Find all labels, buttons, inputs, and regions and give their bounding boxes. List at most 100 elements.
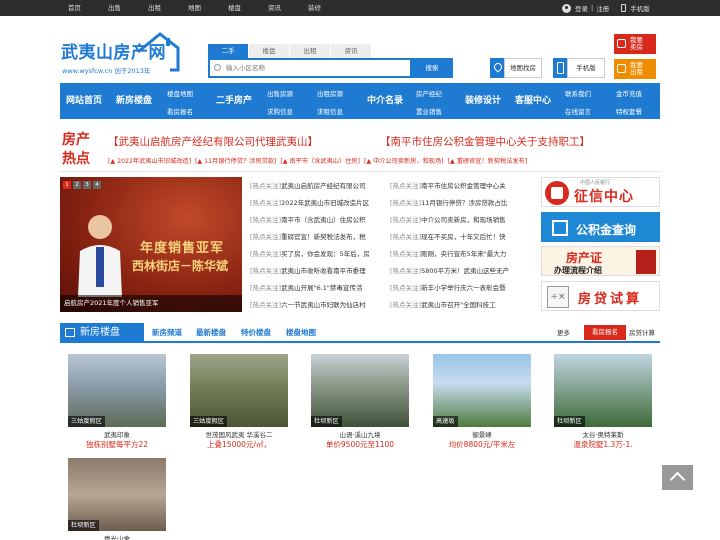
nav-brokers[interactable]: 房产经纪 (416, 88, 442, 98)
map-pin-icon[interactable] (490, 58, 504, 78)
news-item[interactable]: [热点关注]重磅官宣！新契税法发布，税 (250, 231, 376, 241)
nav-message[interactable]: 在线留言 (565, 106, 591, 116)
estate-photo[interactable]: 高速坂 (433, 354, 531, 427)
estate-card[interactable]: 杜坝新区 太谷·奥特莱斯 温泉院墅1.3万-1. (554, 354, 652, 449)
top-nav-rent[interactable]: 出租 (148, 0, 188, 16)
estate-photo[interactable]: 杜坝新区 (554, 354, 652, 427)
nav-service[interactable]: 客服中心 (515, 83, 551, 119)
news-item[interactable]: [热点关注]武夷山开展"6.1"禁毒宣传活 (250, 282, 376, 292)
slide-dot[interactable]: 3 (83, 181, 91, 189)
more-link[interactable]: 更多 (557, 323, 570, 343)
nav-contact[interactable]: 联系我们 (565, 88, 591, 98)
news-item[interactable]: [热点关注]南平市住房公积金管理中心关 (390, 180, 516, 190)
news-item[interactable]: [热点关注]六一节武夷山市妇联为仙店村 (250, 299, 376, 309)
tab-discount[interactable]: 特价楼盘 (241, 323, 271, 343)
hot-tag[interactable]: [▲ 重磅官宣！新契税法发布] (448, 156, 528, 165)
slide-dot[interactable]: 1 (63, 181, 71, 189)
tab-estate-map[interactable]: 楼盘地图 (286, 323, 316, 343)
search-tab-rent[interactable]: 出租 (290, 44, 330, 58)
nav-newhouse[interactable]: 新房楼盘 (116, 83, 152, 119)
nav-estate-map[interactable]: 楼盘地图 (167, 88, 193, 98)
search-tab-secondhand[interactable]: 二手 (208, 44, 248, 58)
news-item[interactable]: [热点关注]刚刚，央行宣布5年来"最大力 (390, 248, 516, 258)
estate-name[interactable]: 武夷印象 (68, 429, 166, 439)
hot-tag[interactable]: [▲ 中介公司卖新房，和现场] (364, 156, 444, 165)
mobile-icon[interactable] (553, 58, 567, 78)
nav-agents[interactable]: 中介名录 (367, 83, 403, 119)
news-item[interactable]: [热点关注]2022年武夷山市旧城改造片区 (250, 197, 376, 207)
search-tab-news[interactable]: 资讯 (331, 44, 371, 58)
estate-name[interactable]: 太谷·奥特莱斯 (554, 429, 652, 439)
estate-price: 单价9500元至1100 (325, 440, 395, 449)
estate-photo[interactable]: 三姑度假区 (190, 354, 288, 427)
nav-recharge[interactable]: 金币充值 (616, 88, 642, 98)
tab-latest[interactable]: 最新楼盘 (196, 323, 226, 343)
estate-name[interactable]: 壹光山舍 (68, 533, 166, 540)
map-search-link[interactable]: 地图找房 (504, 58, 542, 78)
mobile-link[interactable]: 手机版 (630, 3, 650, 13)
view-signup-button[interactable]: 看房报名 (584, 325, 626, 340)
estate-photo[interactable]: 杜坝新区 (68, 458, 166, 531)
news-item[interactable]: [热点关注]11月银行停贷？涉房贷款占比 (390, 197, 516, 207)
loan-calc-banner[interactable]: ÷× 房贷试算 (541, 281, 660, 311)
top-nav-home[interactable]: 首页 (68, 0, 108, 16)
slide-dot[interactable]: 4 (93, 181, 101, 189)
news-item[interactable]: [热点关注]武夷山市收听收看南平市委理 (250, 265, 376, 275)
nav-sale-listings[interactable]: 出售房源 (267, 88, 293, 98)
news-item[interactable]: [热点关注]南平市（含武夷山）住房公积 (250, 214, 376, 224)
news-item[interactable]: [热点关注]5800平方米！武夷山这些无产 (390, 265, 516, 275)
estate-name[interactable]: 山语·溪山九境 (311, 429, 409, 439)
top-nav-map[interactable]: 地图 (188, 0, 228, 16)
hot-headline-2[interactable]: 【南平市住房公积金管理中心关于支持职工】 (380, 134, 590, 149)
search-button[interactable]: 搜索 (411, 58, 453, 78)
search-input[interactable] (226, 62, 406, 74)
news-item[interactable]: [热点关注]武夷山市召开"全国科技工 (390, 299, 516, 309)
hot-tag[interactable]: [▲ 11月银行停贷？涉房贷款] (195, 156, 276, 165)
top-nav-estates[interactable]: 楼盘 (228, 0, 268, 16)
credit-center-banner[interactable]: 中国人民银行 征信中心 (541, 177, 660, 207)
housing-fund-banner[interactable]: 公积金查询 (541, 212, 660, 242)
nav-rent-wanted[interactable]: 求租信息 (317, 106, 343, 116)
top-nav-decor[interactable]: 装修 (308, 0, 348, 16)
news-title: 南平市住房公积金管理中心关 (421, 182, 506, 190)
nav-secondhand[interactable]: 二手房产 (216, 83, 252, 119)
news-item[interactable]: [热点关注]新丰小学举行庆六一表彰会暨 (390, 282, 516, 292)
tab-new-channel[interactable]: 新房频道 (152, 323, 182, 343)
estate-card[interactable]: 高速坂 御景峰 均价8800元/平米左 (433, 354, 531, 449)
mobile-version-link[interactable]: 手机版 (567, 58, 605, 78)
slide-dot[interactable]: 2 (73, 181, 81, 189)
property-cert-banner[interactable]: 房产证 办理流程介绍 (541, 246, 660, 276)
login-link[interactable]: 登录 (575, 3, 588, 13)
nav-decor[interactable]: 装修设计 (465, 83, 501, 119)
hot-tag[interactable]: [▲ 2022年武夷山市旧城改造] (108, 156, 191, 165)
top-nav-news[interactable]: 资讯 (268, 0, 308, 16)
sell-house-button[interactable]: 我要 卖房 (614, 34, 656, 54)
estate-photo[interactable]: 杜坝新区 (311, 354, 409, 427)
estate-card[interactable]: 杜坝新区山语·溪山九境 单价9500元至1100 (311, 354, 409, 449)
news-item[interactable]: [热点关注]武夷山启航房产经纪有限公司 (250, 180, 376, 190)
nav-sales-consultants[interactable]: 置业销售 (416, 106, 442, 116)
estate-name[interactable]: 世茂国风武夷 华溪谷二 (190, 429, 288, 439)
news-slideshow[interactable]: 年度销售亚军 西林街店－陈华斌 启航房产2021年度个人销售亚军 (60, 177, 242, 312)
estate-card[interactable]: 三姑度假区 世茂国风武夷 华溪谷二 上叠15000元/㎡， (190, 354, 288, 449)
nav-view-signup[interactable]: 看房报名 (167, 106, 193, 116)
nav-rent-listings[interactable]: 出租房源 (317, 88, 343, 98)
nav-buy-wanted[interactable]: 求购信息 (267, 106, 293, 116)
news-item[interactable]: [热点关注]现在不买房，十年又后忙！快 (390, 231, 516, 241)
hot-tag[interactable]: [▲ 南平市（含武夷山）住房] (280, 156, 360, 165)
estate-card[interactable]: 三姑度假区 武夷印象 独栋别墅每平方22 (68, 354, 166, 449)
estate-photo[interactable]: 三姑度假区 (68, 354, 166, 427)
top-nav-sale[interactable]: 出售 (108, 0, 148, 16)
nav-home[interactable]: 网站首页 (66, 83, 102, 119)
news-item[interactable]: [热点关注]中介公司卖新房，和现场销售 (390, 214, 516, 224)
news-item[interactable]: [热点关注]买了房，你会发现：5年后，房 (250, 248, 376, 258)
back-to-top-button[interactable] (662, 465, 693, 490)
register-link[interactable]: 注册 (596, 3, 609, 13)
loan-calc-link[interactable]: 房贷计算 (629, 323, 655, 343)
hot-headline-1[interactable]: 【武夷山启航房产经纪有限公司代理武夷山】 (108, 134, 318, 149)
estate-name[interactable]: 御景峰 (433, 429, 531, 439)
rent-out-button[interactable]: 我要 出租 (614, 59, 656, 79)
estate-card[interactable]: 杜坝新区 壹光山舍 (68, 458, 166, 540)
search-tab-estates[interactable]: 楼盘 (249, 44, 289, 58)
nav-packages[interactable]: 特权套餐 (616, 106, 642, 116)
